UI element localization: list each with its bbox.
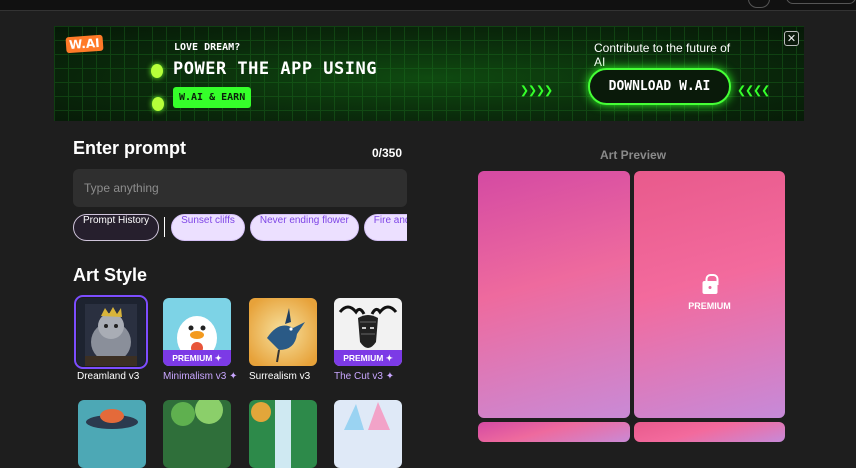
moose-thumbnail: PREMIUM ✦ xyxy=(334,298,402,366)
chip-divider xyxy=(164,217,166,237)
style-thumbnail-crystal[interactable] xyxy=(334,400,402,468)
lock-icon xyxy=(702,274,718,294)
style-option-the-cut[interactable]: PREMIUM ✦ The Cut v3 ✦ xyxy=(334,298,409,382)
arrows-left-icon: ❮❮❮❮ xyxy=(737,81,770,99)
premium-preview-card[interactable]: PREMIUM xyxy=(634,171,785,418)
close-icon[interactable]: ✕ xyxy=(784,31,799,46)
cat-king-thumbnail xyxy=(74,295,148,369)
banner-headline: POWER THE APP USING xyxy=(173,59,377,79)
premium-badge: PREMIUM ✦ xyxy=(334,350,402,366)
art-style-heading: Art Style xyxy=(73,265,148,285)
character-counter: 0/350 xyxy=(372,146,403,160)
duck-thumbnail: PREMIUM ✦ xyxy=(163,298,231,366)
preview-card[interactable] xyxy=(478,171,630,418)
banner-tagline: LOVE DREAM? xyxy=(174,42,241,53)
earn-badge[interactable]: W.AI & EARN xyxy=(173,87,252,108)
promo-banner[interactable]: W.AI LOVE DREAM? POWER THE APP USING W.A… xyxy=(54,26,804,121)
style-option-dreamland[interactable]: Dreamland v3 xyxy=(74,295,152,382)
preview-card[interactable] xyxy=(634,422,785,442)
suggestion-chip[interactable]: Fire and w xyxy=(363,214,407,241)
arrows-right-icon: ❯❯❯❯ xyxy=(520,81,553,99)
prompt-history-button[interactable]: Prompt History xyxy=(73,214,160,241)
suggestion-chip[interactable]: Never ending flower xyxy=(249,214,359,241)
toolbar-icon[interactable] xyxy=(748,0,770,8)
browser-top-strip xyxy=(0,0,856,11)
style-label: Minimalism v3 ✦ xyxy=(163,371,238,382)
download-wai-button[interactable]: DOWNLOAD W.AI xyxy=(588,68,731,105)
art-preview-title: Art Preview xyxy=(600,148,667,162)
banner-contribute-text: Contribute to the future of AI xyxy=(594,41,731,69)
toolbar-button[interactable] xyxy=(786,0,856,4)
coin-icon xyxy=(152,97,164,111)
style-label: The Cut v3 ✦ xyxy=(334,371,395,382)
premium-label: PREMIUM xyxy=(688,301,731,311)
prompt-suggestions: Prompt History Sunset cliffs Never ending … xyxy=(73,214,407,242)
style-option-surrealism[interactable]: Surrealism v3 xyxy=(249,298,324,382)
bird-thumbnail xyxy=(249,298,317,366)
premium-badge: PREMIUM ✦ xyxy=(163,350,231,366)
coin-icon xyxy=(151,64,163,78)
suggestion-chip[interactable]: Sunset cliffs xyxy=(171,214,245,241)
style-thumbnail-ufo[interactable] xyxy=(78,400,146,468)
style-label: Surrealism v3 xyxy=(249,371,311,382)
style-thumbnail-waterfall[interactable] xyxy=(249,400,317,468)
wai-logo: W.AI xyxy=(65,34,104,54)
style-option-minimalism[interactable]: PREMIUM ✦ Minimalism v3 ✦ xyxy=(163,298,238,382)
preview-card[interactable] xyxy=(478,422,630,442)
style-thumbnail-jungle[interactable] xyxy=(163,400,231,468)
prompt-heading: Enter prompt xyxy=(73,138,187,158)
style-label: Dreamland v3 xyxy=(77,371,140,382)
prompt-input[interactable] xyxy=(73,169,407,207)
